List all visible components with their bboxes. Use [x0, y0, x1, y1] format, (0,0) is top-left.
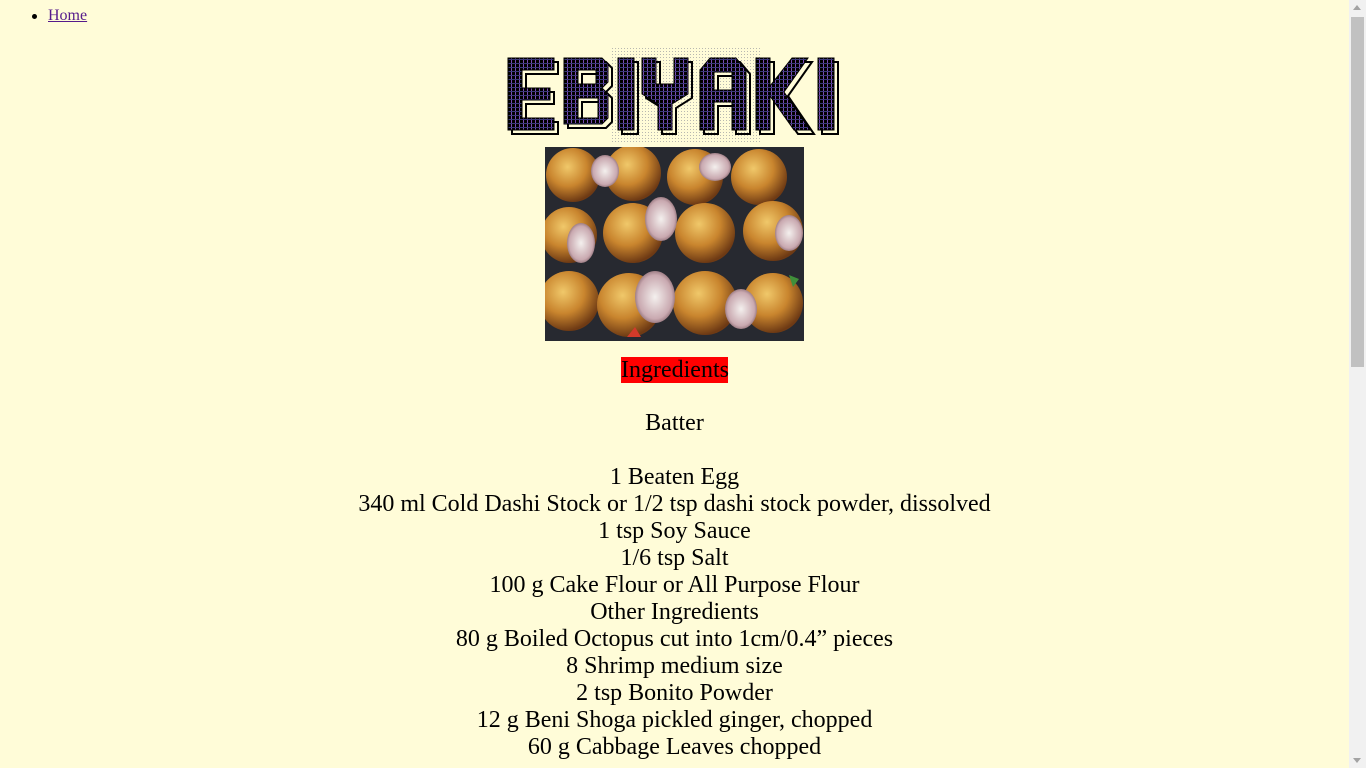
scroll-down-arrow-icon[interactable] [1353, 758, 1361, 763]
other-item: 60 g Cabbage Leaves chopped [527, 734, 822, 760]
batter-item: 1 Beaten Egg [609, 464, 740, 490]
scrollbar-thumb[interactable] [1351, 17, 1364, 367]
other-item: 80 g Boiled Octopus cut into 1cm/0.4” pi… [455, 626, 894, 652]
ingredients-heading: Ingredients [621, 357, 729, 383]
home-link[interactable]: Home [48, 7, 87, 24]
other-item: 8 Shrimp medium size [566, 653, 783, 679]
other-item: 2 tsp Bonito Powder [576, 680, 773, 706]
ingredients-list: Batter 1 Beaten Egg 340 ml Cold Dashi St… [0, 410, 1349, 761]
takoyaki-photo-icon [545, 147, 804, 341]
nav-item-home: Home [31, 7, 87, 25]
batter-item: 340 ml Cold Dashi Stock or 1/2 tsp dashi… [358, 491, 991, 517]
other-ingredients-heading: Other Ingredients [590, 599, 759, 625]
other-item: 12 g Beni Shoga pickled ginger, chopped [476, 707, 873, 733]
batter-item: 1 tsp Soy Sauce [598, 518, 751, 544]
batter-heading: Batter [645, 410, 704, 436]
logo-graphic [507, 48, 839, 142]
ebiyaki-logo: EBIYAKI [504, 48, 842, 142]
batter-item: 1/6 tsp Salt [620, 545, 729, 571]
scroll-up-arrow-icon[interactable] [1353, 5, 1361, 10]
batter-item: 100 g Cake Flour or All Purpose Flour [489, 572, 860, 598]
takoyaki-photo [545, 147, 804, 341]
vertical-scrollbar[interactable] [1349, 0, 1366, 768]
